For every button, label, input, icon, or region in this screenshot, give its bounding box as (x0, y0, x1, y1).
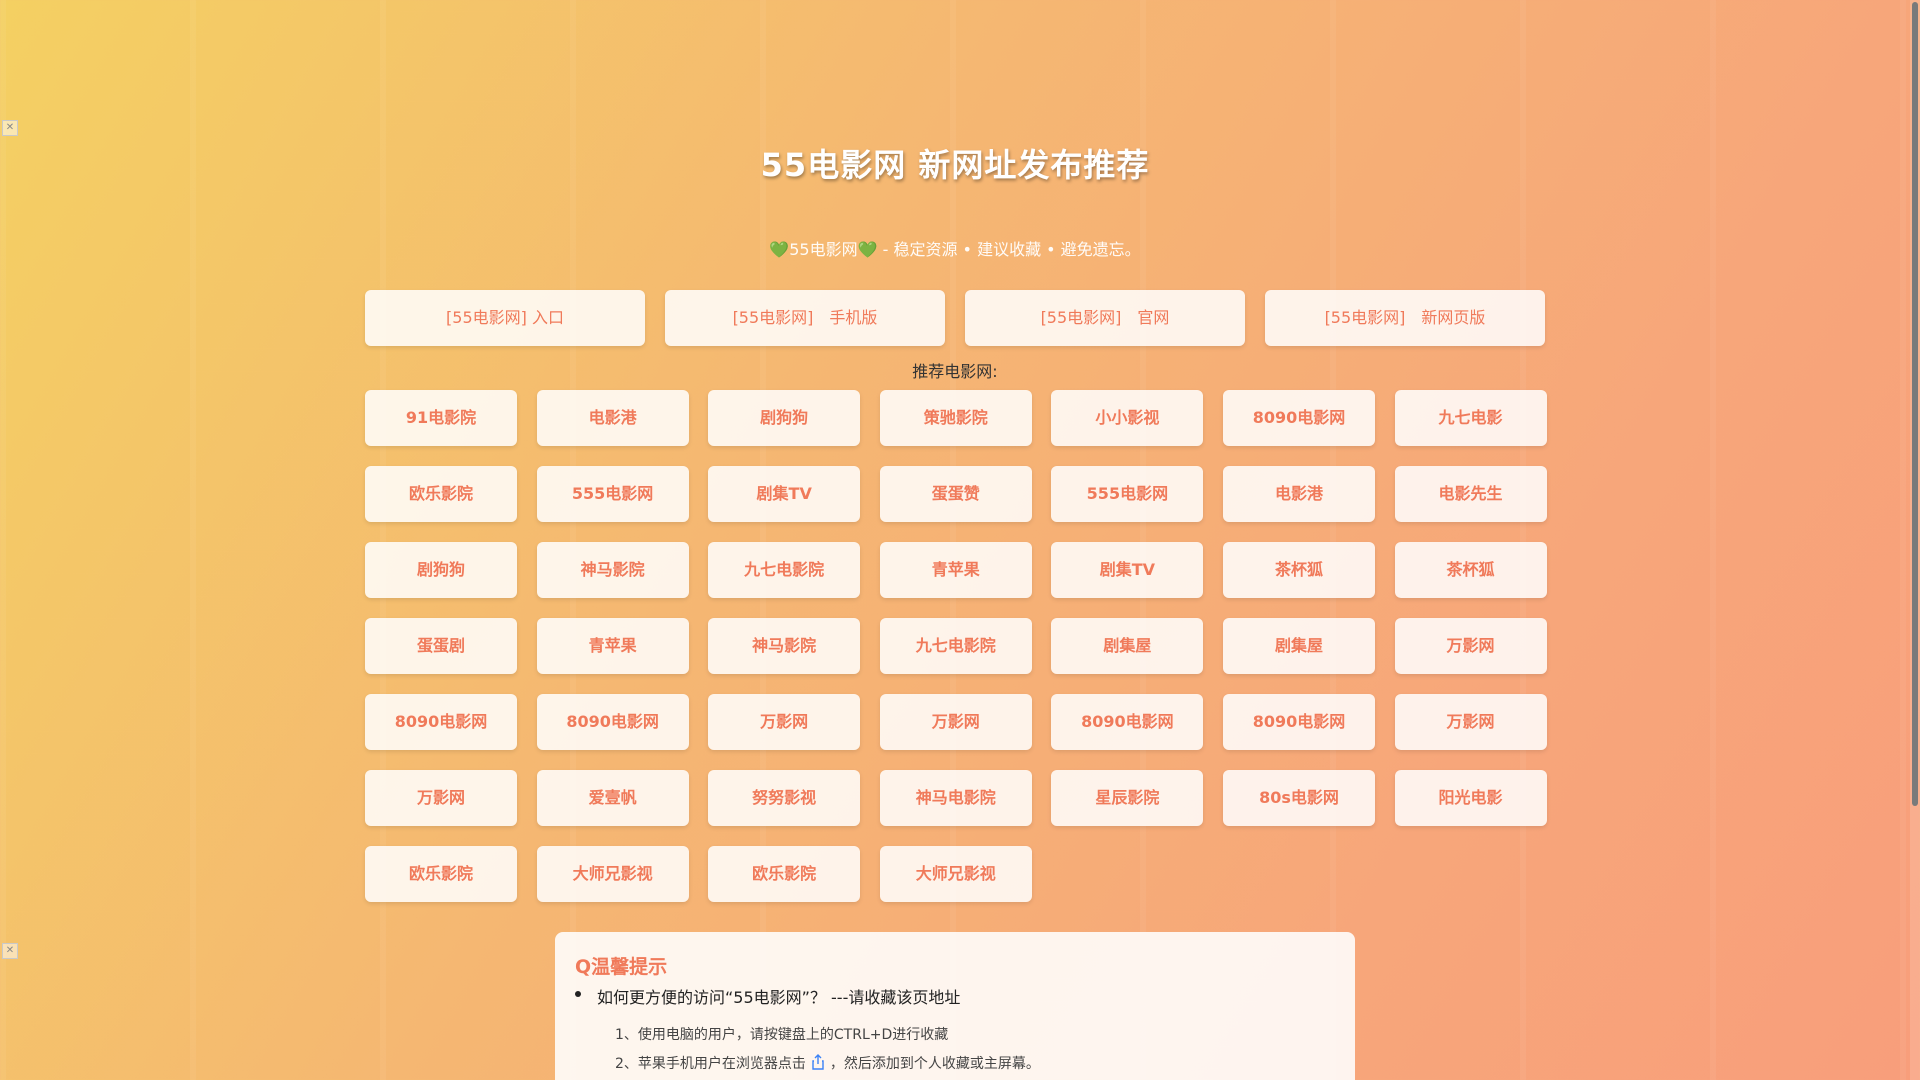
recommend-link[interactable]: 万影网 (708, 694, 861, 750)
recommend-link[interactable]: 8090电影网 (1051, 694, 1204, 750)
recommend-link[interactable]: 555电影网 (536, 466, 689, 522)
recommend-link[interactable]: 九七电影院 (708, 542, 861, 598)
recommend-link[interactable]: 蛋蛋剧 (365, 618, 517, 674)
tagline: - 稳定资源 • 建议收藏 • 避免遗忘。 (877, 240, 1141, 259)
scrollbar[interactable] (1910, 0, 1920, 1080)
recommend-link[interactable]: 阳光电影 (1394, 770, 1547, 826)
recommend-link[interactable]: 8090电影网 (1222, 694, 1375, 750)
recommend-link[interactable]: 星辰影院 (1051, 770, 1204, 826)
scrollbar-thumb[interactable] (1912, 2, 1918, 806)
recommend-link[interactable]: 神马影院 (536, 542, 689, 598)
recommend-link[interactable]: 剧狗狗 (365, 542, 517, 598)
tips-step-2: 2、苹果手机用户在浏览器点击 ，然后添加到个人收藏或主屏幕。 (615, 1053, 1040, 1073)
tips-title: Q温馨提示 (575, 956, 668, 978)
recommend-link[interactable]: 茶杯狐 (1222, 542, 1375, 598)
official-link[interactable]: [55电影网] 官网 (965, 290, 1245, 346)
green-heart-icon: 💚 (769, 240, 790, 259)
recommend-link[interactable]: 茶杯狐 (1394, 542, 1547, 598)
recommend-link[interactable]: 大师兄影视 (536, 846, 689, 902)
recommend-link[interactable]: 电影港 (536, 390, 689, 446)
site-name: 55电影网 (789, 240, 858, 259)
share-icon (812, 1054, 824, 1070)
recommend-link[interactable]: 欧乐影院 (365, 466, 517, 522)
recommend-link[interactable]: 小小影视 (1051, 390, 1204, 446)
broken-image-icon: ✕ (2, 943, 18, 959)
recommend-label: 推荐电影网: (912, 362, 998, 381)
recommend-link[interactable]: 青苹果 (879, 542, 1032, 598)
recommend-link[interactable]: 万影网 (1394, 618, 1547, 674)
recommend-link[interactable]: 青苹果 (536, 618, 689, 674)
recommend-link[interactable]: 爱壹帆 (536, 770, 689, 826)
page-subtitle: 💚55电影网💚 - 稳定资源 • 建议收藏 • 避免遗忘。 (0, 236, 1910, 260)
recommend-link[interactable]: 8090电影网 (365, 694, 517, 750)
recommend-grid: 91电影院 电影港 剧狗狗 策驰影院 小小影视 8090电影网 九七电影 欧乐影院 555电影网… (365, 390, 1547, 902)
tips-card: Q温馨提示 如何更方便的访问“55电影网”？ ---请收藏该页地址 1、使用电脑… (555, 932, 1355, 1080)
tips-step-2-before: 2、苹果手机用户在浏览器点击 (615, 1056, 806, 1072)
recommend-link[interactable]: 剧狗狗 (708, 390, 861, 446)
recommend-link[interactable]: 电影港 (1222, 466, 1375, 522)
mobile-link[interactable]: [55电影网] 手机版 (665, 290, 945, 346)
recommend-link[interactable]: 555电影网 (1051, 466, 1204, 522)
recommend-link[interactable]: 80s电影网 (1222, 770, 1375, 826)
recommend-link[interactable]: 努努影视 (708, 770, 861, 826)
recommend-link[interactable]: 九七电影 (1394, 390, 1547, 446)
bullet-icon (575, 991, 581, 997)
recommend-link[interactable]: 91电影院 (365, 390, 517, 446)
recommend-link[interactable]: 欧乐影院 (365, 846, 517, 902)
broken-image-icon: ✕ (2, 120, 18, 136)
recommend-link[interactable]: 剧集TV (708, 466, 861, 522)
top-links: [55电影网] 入口 [55电影网] 手机版 [55电影网] 官网 [55电影网… (365, 290, 1545, 346)
recommend-link[interactable]: 剧集TV (1051, 542, 1204, 598)
recommend-link[interactable]: 剧集屋 (1051, 618, 1204, 674)
recommend-link[interactable]: 万影网 (365, 770, 517, 826)
recommend-link[interactable]: 神马影院 (708, 618, 861, 674)
recommend-link[interactable]: 策驰影院 (879, 390, 1032, 446)
recommend-link[interactable]: 电影先生 (1394, 466, 1547, 522)
green-heart-icon: 💚 (857, 240, 878, 259)
recommend-link[interactable]: 剧集屋 (1222, 618, 1375, 674)
recommend-link[interactable]: 欧乐影院 (708, 846, 861, 902)
new-web-link[interactable]: [55电影网] 新网页版 (1265, 290, 1545, 346)
tips-step-1: 1、使用电脑的用户，请按键盘上的CTRL+D进行收藏 (615, 1027, 949, 1043)
tips-step-2-after: ，然后添加到个人收藏或主屏幕。 (829, 1056, 1040, 1072)
recommend-link[interactable]: 蛋蛋赞 (879, 466, 1032, 522)
recommend-link[interactable]: 8090电影网 (1222, 390, 1375, 446)
recommend-link[interactable]: 万影网 (1394, 694, 1547, 750)
entry-link[interactable]: [55电影网] 入口 (365, 290, 645, 346)
recommend-link[interactable]: 大师兄影视 (879, 846, 1032, 902)
tips-question: 如何更方便的访问“55电影网”？ ---请收藏该页地址 (597, 988, 961, 1007)
recommend-link[interactable]: 神马电影院 (879, 770, 1032, 826)
recommend-link[interactable]: 万影网 (879, 694, 1032, 750)
recommend-link[interactable]: 8090电影网 (536, 694, 689, 750)
recommend-link[interactable]: 九七电影院 (879, 618, 1032, 674)
page-title: 55电影网 新网址发布推荐 (760, 146, 1150, 184)
